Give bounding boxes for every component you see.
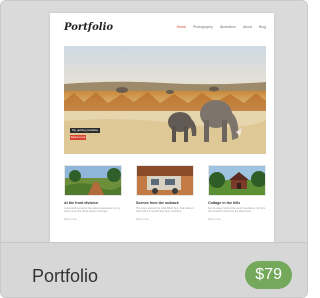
site-logo: Portfolio [64, 22, 114, 33]
post-grid: At the front division A wonderful sereni… [64, 165, 266, 235]
nav-item-blog: Blog [258, 25, 266, 29]
card-footer: Portfolio $79 [1, 242, 307, 297]
post-title: At the front division [64, 201, 98, 205]
post-excerpt: A wonderful serenity has taken possessio… [64, 207, 121, 214]
post-card: At the front division A wonderful sereni… [64, 165, 122, 235]
template-card[interactable]: Portfolio Home Photography Illustration … [0, 0, 308, 298]
nav-item-illustration: Illustration [219, 25, 236, 29]
post-card: Cottage in the hills Far far away, behin… [208, 165, 266, 235]
post-thumbnail [136, 165, 194, 196]
post-thumbnail [208, 165, 266, 196]
post-read-more: Read more [208, 217, 221, 221]
hero-read-more-button: Read more [70, 135, 86, 140]
nav-item-photography: Photography [193, 25, 213, 29]
hero-caption: My getting paradise [70, 128, 100, 133]
hero-image: My getting paradise Read more [64, 46, 266, 154]
post-card: Scenes from the outback The copy warned … [136, 165, 194, 235]
template-preview[interactable]: Portfolio Home Photography Illustration … [1, 1, 307, 242]
nav-item-home: Home [176, 25, 187, 29]
post-read-more: Read more [136, 217, 149, 221]
template-title[interactable]: Portfolio [32, 266, 98, 286]
post-thumbnail [64, 165, 122, 196]
post-read-more: Read more [64, 217, 77, 221]
post-title: Cottage in the hills [208, 201, 241, 205]
site-nav: Home Photography Illustration About Blog [177, 25, 266, 29]
post-title: Scenes from the outback [136, 201, 179, 205]
price-badge[interactable]: $79 [245, 261, 292, 289]
post-excerpt: The copy warned the Little Blind Text, t… [136, 207, 194, 214]
site-preview: Portfolio Home Photography Illustration … [50, 13, 274, 242]
post-excerpt: Far far away, behind the word mountains,… [208, 207, 266, 214]
nav-item-about: About [242, 25, 252, 29]
